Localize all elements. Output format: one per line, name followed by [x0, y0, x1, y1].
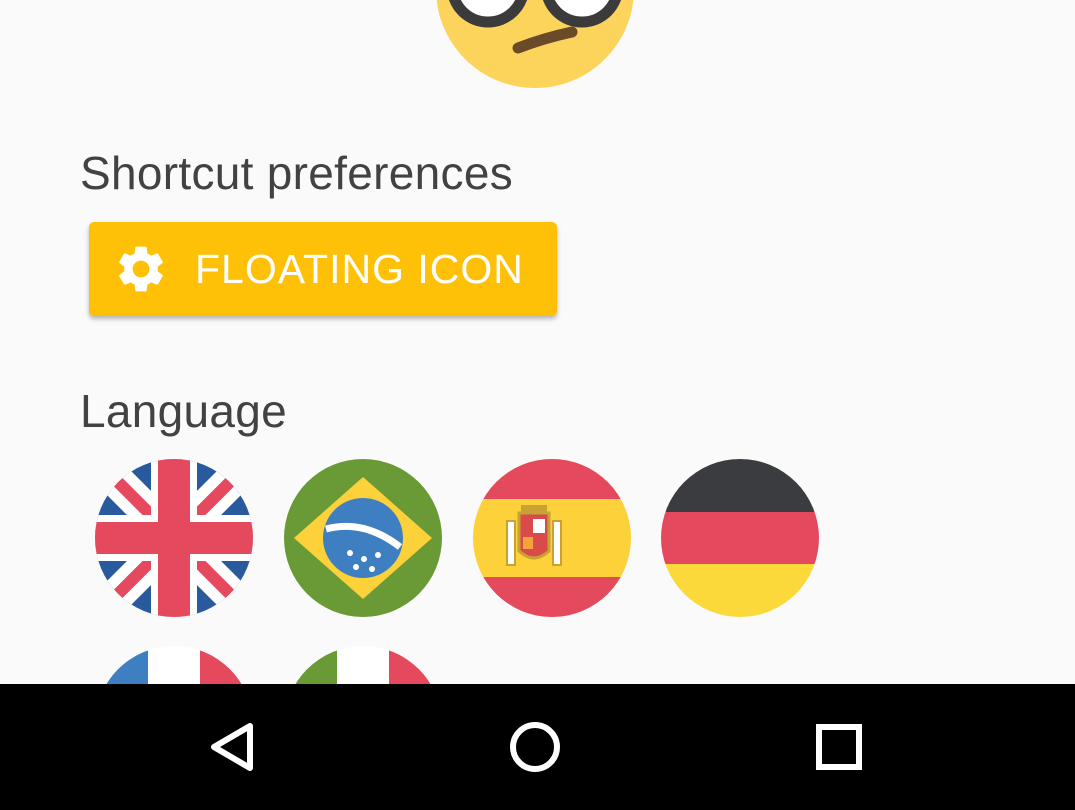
germany-flag-icon[interactable]: [661, 459, 819, 617]
navigation-bar: [0, 684, 1075, 810]
home-icon: [510, 722, 560, 772]
uk-flag-icon[interactable]: [95, 459, 253, 617]
recents-button[interactable]: [794, 702, 884, 792]
back-icon: [211, 723, 253, 771]
shortcut-preferences-title: Shortcut preferences: [80, 147, 514, 199]
spain-flag-icon[interactable]: [473, 459, 631, 617]
language-title: Language: [80, 385, 288, 437]
nerd-face-emoji-icon: [436, 0, 634, 88]
floating-icon-button-label: FLOATING ICON: [195, 245, 524, 292]
back-button[interactable]: [188, 702, 278, 792]
home-button[interactable]: [490, 702, 580, 792]
recents-icon: [816, 724, 862, 770]
brazil-flag-icon[interactable]: [284, 459, 442, 617]
floating-icon-button[interactable]: FLOATING ICON: [89, 222, 557, 316]
gear-icon: [113, 241, 169, 297]
